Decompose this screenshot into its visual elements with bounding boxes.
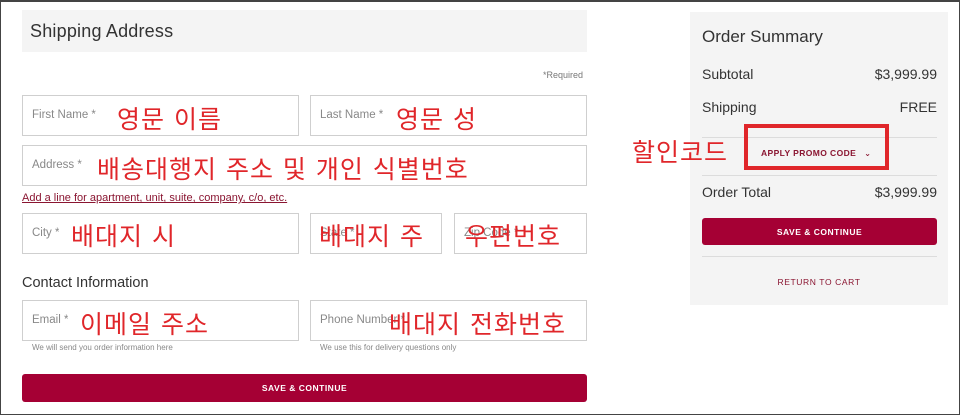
email-help-text: We will send you order information here [32,343,173,352]
shipping-cost-value: FREE [899,99,937,115]
zip-annotation: 우편번호 [465,222,562,251]
contact-title: Contact Information [22,275,149,291]
shipping-cost-label: Shipping [702,99,757,115]
add-address-line-link[interactable]: Add a line for apartment, unit, suite, c… [22,192,287,204]
last-name-field[interactable]: Last Name * 영문 성 [310,95,587,136]
order-total-label: Order Total [702,184,771,200]
city-field[interactable]: City * 배대지 시 [22,213,299,254]
save-continue-button[interactable]: SAVE & CONTINUE [22,374,587,402]
save-continue-label: SAVE & CONTINUE [261,383,348,393]
summary-divider [702,175,937,176]
shipping-title: Shipping Address [30,21,174,41]
zip-field[interactable]: Zip Code * 우편번호 [454,213,587,254]
required-note: *Required [543,70,584,80]
order-summary-title: Order Summary [702,27,823,46]
promo-highlight-box [744,124,889,170]
first-name-field[interactable]: First Name * 영문 이름 [22,95,299,136]
last-name-placeholder: Last Name * [320,109,384,121]
city-annotation: 배대지 시 [71,222,176,251]
shipping-header: Shipping Address [22,10,587,52]
address-placeholder: Address * [32,159,82,171]
email-field[interactable]: Email * 이메일 주소 [22,300,299,341]
first-name-annotation: 영문 이름 [117,105,222,134]
email-placeholder: Email * [32,314,69,326]
last-name-annotation: 영문 성 [396,105,477,134]
first-name-placeholder: First Name * [32,109,96,121]
summary-divider [702,256,937,257]
phone-annotation: 배대지 전화번호 [389,310,566,339]
order-total-row: Order Total $3,999.99 [702,184,937,200]
subtotal-label: Subtotal [702,66,754,82]
shipping-row: Shipping FREE [702,99,937,115]
subtotal-row: Subtotal $3,999.99 [702,66,937,82]
city-placeholder: City * [32,227,60,239]
email-annotation: 이메일 주소 [80,310,209,339]
order-total-value: $3,999.99 [874,184,937,200]
phone-field[interactable]: Phone Number * 배대지 전화번호 [310,300,587,341]
state-annotation: 배대지 주 [319,222,424,251]
address-annotation: 배송대행지 주소 및 개인 식별번호 [97,155,469,184]
summary-save-continue-button[interactable]: SAVE & CONTINUE [702,218,937,245]
promo-annotation: 할인코드 [632,138,729,167]
phone-help-text: We use this for delivery questions only [320,343,457,352]
return-to-cart-link[interactable]: RETURN TO CART [690,277,948,287]
summary-save-continue-label: SAVE & CONTINUE [776,226,863,237]
address-field[interactable]: Address * 배송대행지 주소 및 개인 식별번호 [22,145,587,186]
state-field[interactable]: State * 배대지 주 [310,213,442,254]
subtotal-value: $3,999.99 [874,66,937,82]
